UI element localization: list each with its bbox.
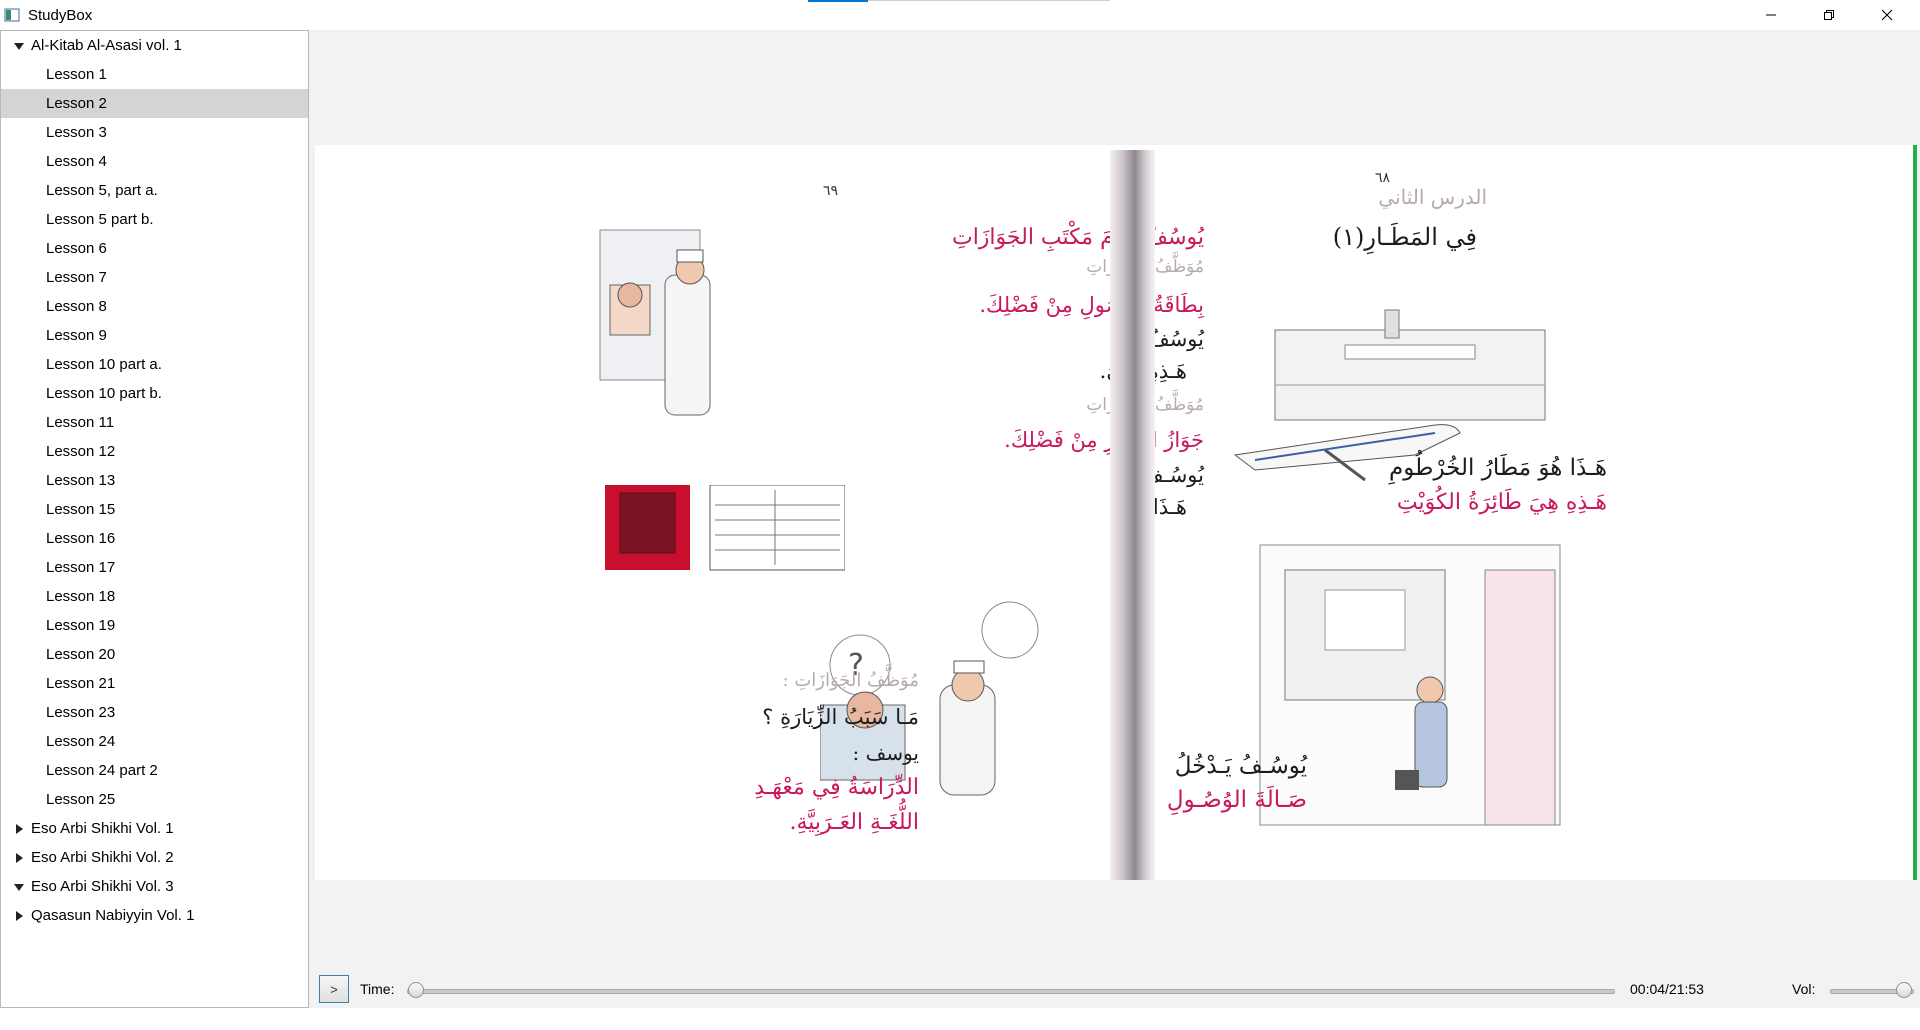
tree-book-item[interactable]: Eso Arbi Shikhi Vol. 2 <box>1 843 308 872</box>
tree-book-label: Qasasun Nabiyyin Vol. 1 <box>31 907 195 924</box>
play-button[interactable]: > <box>319 975 349 1003</box>
tree-lesson-item[interactable]: Lesson 12 <box>1 437 308 466</box>
left-line-13: الدِّرَاسَةُ فِي مَعْهَـدِ <box>754 775 919 800</box>
right-line-2: هَـذِهِ هِيَ طَائِرَةُ الكُوَيْتِ <box>1396 490 1607 515</box>
right-line-3: يُوسُـفُ يَـدْخُلُ <box>1174 753 1307 779</box>
right-line-1: هَـذَا هُوَ مَطَارُ الخُرْطُومِ <box>1389 455 1607 481</box>
content-area: ٦٩ ? يُوسُفُ أَمَامَ مَكْتَبِ الجَوَازَا… <box>310 30 1920 1008</box>
left-page-number: ٦٩ <box>823 183 839 199</box>
left-line-7: جَوَازُ السَّفَرِ مِنْ فَضْلِكَ. <box>1004 428 1204 452</box>
bottom-strip <box>0 1008 1920 1030</box>
tree-lesson-item[interactable]: Lesson 8 <box>1 292 308 321</box>
time-readout: 00:04/21:53 <box>1630 981 1704 997</box>
right-page-title: فِي المَطَـارِ(١) <box>1332 223 1477 251</box>
progress-accent-bar <box>1913 145 1917 880</box>
tree-lesson-item[interactable]: Lesson 5 part b. <box>1 205 308 234</box>
time-slider[interactable] <box>407 989 1615 994</box>
tree-lesson-item[interactable]: Lesson 19 <box>1 611 308 640</box>
title-divider <box>868 0 1110 1</box>
time-label: Time: <box>360 981 395 997</box>
tree-lesson-item[interactable]: Lesson 18 <box>1 582 308 611</box>
lesson-tree[interactable]: Al-Kitab Al-Asasi vol. 1 Lesson 1 Lesson 2… <box>0 30 309 1008</box>
tree-lesson-item[interactable]: Lesson 21 <box>1 669 308 698</box>
tree-lesson-item[interactable]: Lesson 15 <box>1 495 308 524</box>
visa-conversation-illustration: ? <box>820 601 1039 796</box>
tree-book-item[interactable]: Eso Arbi Shikhi Vol. 3 <box>1 872 308 901</box>
tree-lesson-item[interactable]: Lesson 10 part b. <box>1 379 308 408</box>
lesson-heading: الدرس الثاني <box>1378 185 1487 209</box>
maximize-button[interactable] <box>1800 0 1858 30</box>
maximize-icon <box>1824 10 1834 20</box>
expand-right-icon[interactable] <box>14 823 24 834</box>
tree-lesson-item[interactable]: Lesson 10 part a. <box>1 350 308 379</box>
right-page-number: ٦٨ <box>1375 170 1391 186</box>
tree-root: Al-Kitab Al-Asasi vol. 1 Lesson 1 Lesson 2… <box>1 31 308 930</box>
left-line-10: مُوَظَّفُ الجَوَازَاتِ : <box>782 670 919 691</box>
tree-book-item[interactable]: Al-Kitab Al-Asasi vol. 1 <box>1 31 308 60</box>
tree-lesson-item[interactable]: Lesson 24 part 2 <box>1 756 308 785</box>
window-title: StudyBox <box>28 6 93 24</box>
tree-lesson-item[interactable]: Lesson 5, part a. <box>1 176 308 205</box>
left-line-3: بِطَاقَةُ الوُصُولِ مِنْ فَضْلِكَ. <box>979 293 1204 317</box>
tree-lesson-item[interactable]: Lesson 23 <box>1 698 308 727</box>
tree-lesson-item[interactable]: Lesson 13 <box>1 466 308 495</box>
tree-lesson-item[interactable]: Lesson 24 <box>1 727 308 756</box>
tree-lesson-item[interactable]: Lesson 11 <box>1 408 308 437</box>
time-slider-thumb[interactable] <box>407 982 424 998</box>
media-player: > Time: 00:04/21:53 Vol: <box>310 970 1920 1008</box>
expand-right-icon[interactable] <box>14 910 24 921</box>
left-line-14: اللُّغَـةِ العَـرَبِيَّةِ. <box>789 810 919 835</box>
tree-book-label: Al-Kitab Al-Asasi vol. 1 <box>31 37 182 54</box>
tree-book-label: Eso Arbi Shikhi Vol. 3 <box>31 878 174 895</box>
tree-lesson-item[interactable]: Lesson 16 <box>1 524 308 553</box>
tree-book-label: Eso Arbi Shikhi Vol. 1 <box>31 820 174 837</box>
tree-book-label: Eso Arbi Shikhi Vol. 2 <box>31 849 174 866</box>
expand-down-icon[interactable] <box>14 882 24 892</box>
tree-lesson-item[interactable]: Lesson 3 <box>1 118 308 147</box>
tree-lesson-item[interactable]: Lesson 20 <box>1 640 308 669</box>
tree-lesson-item[interactable]: Lesson 17 <box>1 553 308 582</box>
minimize-icon <box>1766 14 1776 16</box>
tree-lesson-item[interactable]: Lesson 9 <box>1 321 308 350</box>
volume-slider-thumb[interactable] <box>1896 982 1912 998</box>
tree-lesson-item[interactable]: Lesson 7 <box>1 263 308 292</box>
right-line-4: صَـالَةَ الوُصُـولِ <box>1166 787 1307 813</box>
title-accent <box>808 0 868 2</box>
page-viewer[interactable]: ٦٩ ? يُوسُفُ أَمَامَ مَكْتَبِ الجَوَازَا… <box>315 145 1917 880</box>
expand-right-icon[interactable] <box>14 852 24 863</box>
title-bar: StudyBox <box>0 0 1920 30</box>
passport-office-illustration <box>599 229 711 416</box>
app-icon <box>4 8 20 22</box>
tree-lesson-item[interactable]: Lesson 25 <box>1 785 308 814</box>
passport-and-card-illustration <box>605 485 845 571</box>
close-button[interactable] <box>1858 0 1916 30</box>
minimize-button[interactable] <box>1742 0 1800 30</box>
left-line-12: يوسف : <box>852 741 919 765</box>
left-line-11: مَـا سَبَبُ الزِّيَارَةِ ؟ <box>762 705 919 729</box>
volume-label: Vol: <box>1792 981 1816 997</box>
left-line-1: يُوسُفُ أَمَامَ مَكْتَبِ الجَوَازَاتِ <box>951 225 1204 250</box>
tree-lesson-item[interactable]: Lesson 6 <box>1 234 308 263</box>
expand-down-icon[interactable] <box>14 41 24 51</box>
book-spine <box>1110 150 1155 880</box>
tree-lesson-item[interactable]: Lesson 4 <box>1 147 308 176</box>
tree-lesson-item[interactable]: Lesson 1 <box>1 60 308 89</box>
tree-lesson-item[interactable]: Lesson 2 <box>1 89 308 118</box>
tree-book-item[interactable]: Qasasun Nabiyyin Vol. 1 <box>1 901 308 930</box>
close-icon <box>1881 9 1893 21</box>
airport-illustration <box>1233 309 1546 482</box>
tree-book-item[interactable]: Eso Arbi Shikhi Vol. 1 <box>1 814 308 843</box>
